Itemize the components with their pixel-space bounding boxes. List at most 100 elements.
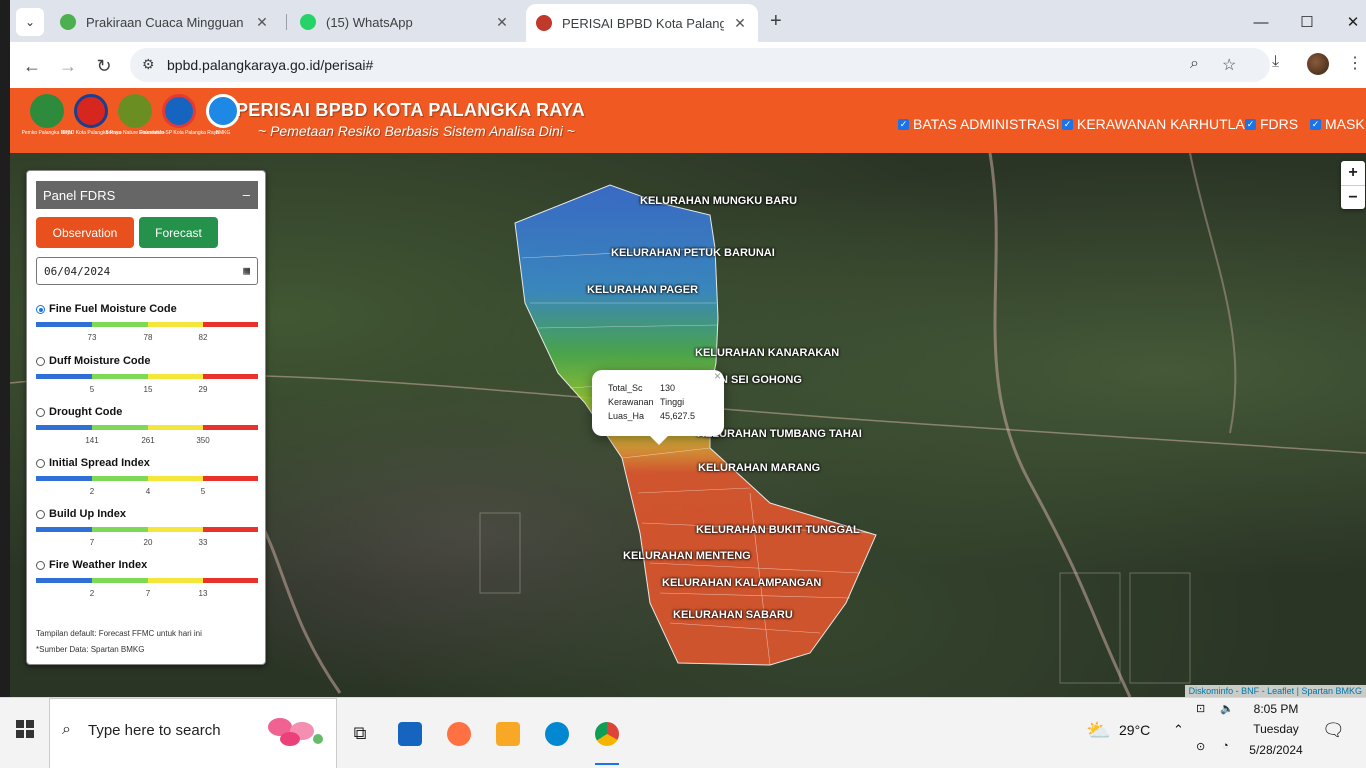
- tab-separator: [286, 14, 287, 30]
- notification-icon[interactable]: 🗨: [1322, 720, 1345, 741]
- url-text[interactable]: bpbd.palangkaraya.go.id/perisai#: [167, 57, 373, 73]
- layer-toggle-kerawanan-karhutla[interactable]: ✓ KERAWANAN KARHUTLA: [1062, 116, 1245, 132]
- color-scale-bar: [36, 527, 258, 532]
- index-name: Fire Weather Index: [49, 559, 148, 571]
- popup-row: Kerawanan Tinggi: [608, 397, 684, 407]
- scale-tick: 78: [143, 333, 153, 342]
- zoom-search-icon[interactable]: ⌕: [1190, 55, 1199, 73]
- checkbox-checked-icon[interactable]: ✓: [1245, 118, 1256, 130]
- index-ffmc[interactable]: Fine Fuel Moisture Code 73 78 82: [36, 303, 258, 349]
- back-button[interactable]: ←: [18, 52, 46, 80]
- logo-caption: BMKG: [215, 130, 231, 136]
- perisai-favicon-icon: [536, 15, 552, 31]
- radio-unselected[interactable]: [36, 357, 45, 366]
- close-icon[interactable]: ✕: [732, 15, 748, 32]
- radio-unselected[interactable]: [36, 408, 45, 417]
- popup-close-icon[interactable]: ×: [714, 369, 721, 383]
- browser-tab-strip: ⌄ Prakiraan Cuaca Mingguan | BMKG ✕ (15)…: [10, 0, 1366, 42]
- browser-toolbar: ← → ↻ ⚙ bpbd.palangkaraya.go.id/perisai#…: [10, 42, 1366, 88]
- forecast-button[interactable]: Forecast: [139, 217, 218, 248]
- tab-whatsapp[interactable]: (15) WhatsApp ✕: [290, 6, 520, 38]
- tab-perisai[interactable]: PERISAI BPBD Kota Palangka Raya ✕: [526, 4, 758, 42]
- chevron-down-icon: ⌄: [24, 15, 36, 29]
- task-view-icon[interactable]: ⧉: [338, 698, 382, 768]
- zoom-out-button[interactable]: −: [1341, 185, 1365, 209]
- radio-unselected[interactable]: [36, 510, 45, 519]
- radio-unselected[interactable]: [36, 561, 45, 570]
- checkbox-checked-icon[interactable]: ✓: [1062, 118, 1073, 130]
- index-fwi[interactable]: Fire Weather Index 2 7 13: [36, 559, 258, 605]
- calendar-icon[interactable]: ▦: [243, 264, 250, 277]
- river-path: [1189, 153, 1237, 434]
- meet-now-icon[interactable]: ⊙: [1196, 740, 1205, 753]
- layer-toggle-batas-administrasi[interactable]: ✓ BATAS ADMINISTRASI: [898, 116, 1060, 132]
- clock-date[interactable]: 5/28/2024: [1241, 743, 1311, 757]
- scale-tick: 33: [198, 538, 208, 547]
- popup-value: 45,627.5: [660, 411, 696, 421]
- minimize-button[interactable]: —: [1238, 8, 1284, 36]
- clock-time[interactable]: 8:05 PM: [1241, 702, 1311, 716]
- close-window-button[interactable]: ✕: [1330, 8, 1366, 36]
- date-value: 06/04/2024: [44, 264, 111, 278]
- taskbar-search-box[interactable]: ⌕ Type here to search: [49, 698, 337, 768]
- popup-key: Total_Sc: [608, 383, 643, 393]
- checkbox-checked-icon[interactable]: ✓: [898, 118, 909, 130]
- address-bar[interactable]: ⚙ bpbd.palangkaraya.go.id/perisai# ⌕ ☆: [130, 48, 1270, 82]
- tab-search-button[interactable]: ⌄: [16, 8, 44, 36]
- checkbox-checked-icon[interactable]: ✓: [1310, 118, 1321, 130]
- arrow-left-icon: ←: [23, 55, 41, 76]
- logo-pemko: Pemko Palangka Raya: [22, 94, 72, 148]
- chevron-up-icon[interactable]: ⌃: [1173, 722, 1184, 738]
- radio-unselected[interactable]: [36, 459, 45, 468]
- index-dc[interactable]: Drought Code 141 261 350: [36, 406, 258, 452]
- index-isi[interactable]: Initial Spread Index 2 4 5: [36, 457, 258, 503]
- layer-label: MASK: [1325, 116, 1365, 132]
- date-input[interactable]: 06/04/2024 ▦: [36, 257, 258, 285]
- layer-toggle-mask[interactable]: ✓ MASK: [1310, 116, 1365, 132]
- index-dmc[interactable]: Duff Moisture Code 5 15 29: [36, 355, 258, 401]
- search-icon: ⌕: [62, 721, 71, 738]
- windows-start-icon[interactable]: [16, 720, 34, 738]
- network-icon[interactable]: ⊡: [1196, 702, 1205, 715]
- file-explorer-icon[interactable]: [486, 698, 530, 768]
- wifi-icon[interactable]: ◔: [1222, 740, 1229, 752]
- chrome-icon[interactable]: [585, 698, 629, 768]
- scale-tick: 2: [89, 487, 95, 496]
- layer-toggle-fdrs[interactable]: ✓ FDRS: [1245, 116, 1298, 132]
- color-scale-bar: [36, 578, 258, 583]
- maximize-button[interactable]: ☐: [1284, 8, 1330, 36]
- firefox-icon[interactable]: [437, 698, 481, 768]
- search-highlight-illustration-icon: [268, 718, 323, 746]
- tab-title: PERISAI BPBD Kota Palangka Raya: [562, 15, 724, 31]
- tab-bmkg[interactable]: Prakiraan Cuaca Mingguan | BMKG ✕: [50, 6, 280, 38]
- close-icon[interactable]: ✕: [494, 14, 510, 31]
- panel-collapse-button[interactable]: –: [243, 187, 250, 202]
- reload-button[interactable]: ↻: [90, 52, 118, 80]
- mail-app-icon[interactable]: [388, 698, 432, 768]
- scale-tick: 5: [200, 487, 206, 496]
- map-label: KELURAHAN PAGER: [587, 284, 699, 296]
- bookmark-star-icon[interactable]: ☆: [1222, 55, 1236, 75]
- site-settings-icon[interactable]: ⚙: [142, 56, 155, 73]
- close-icon[interactable]: ✕: [254, 14, 270, 31]
- weather-icon[interactable]: ⛅: [1086, 718, 1111, 743]
- new-tab-button[interactable]: +: [770, 10, 782, 33]
- zoom-in-button[interactable]: +: [1341, 161, 1365, 185]
- map-attribution[interactable]: Diskominfo - BNF - Leaflet | Spartan BMK…: [1184, 685, 1366, 697]
- download-icon[interactable]: ⤓: [1272, 53, 1279, 71]
- bmkg-emblem-icon: [206, 94, 240, 128]
- weather-temperature[interactable]: 29°C: [1119, 722, 1150, 738]
- scale-tick: 82: [198, 333, 208, 342]
- edge-icon[interactable]: [535, 698, 579, 768]
- forward-button[interactable]: →: [54, 52, 82, 80]
- index-name: Drought Code: [49, 406, 123, 418]
- radio-selected[interactable]: [36, 305, 45, 314]
- observation-button[interactable]: Observation: [36, 217, 134, 248]
- more-menu-icon[interactable]: ⋮: [1347, 53, 1363, 73]
- profile-avatar[interactable]: [1307, 53, 1329, 75]
- volume-icon[interactable]: 🔈: [1220, 702, 1234, 715]
- popup-key: Luas_Ha: [608, 411, 645, 421]
- clock-day[interactable]: Tuesday: [1241, 722, 1311, 736]
- index-bui[interactable]: Build Up Index 7 20 33: [36, 508, 258, 554]
- map-label: KELURAHAN MUNGKU BARU: [640, 195, 798, 207]
